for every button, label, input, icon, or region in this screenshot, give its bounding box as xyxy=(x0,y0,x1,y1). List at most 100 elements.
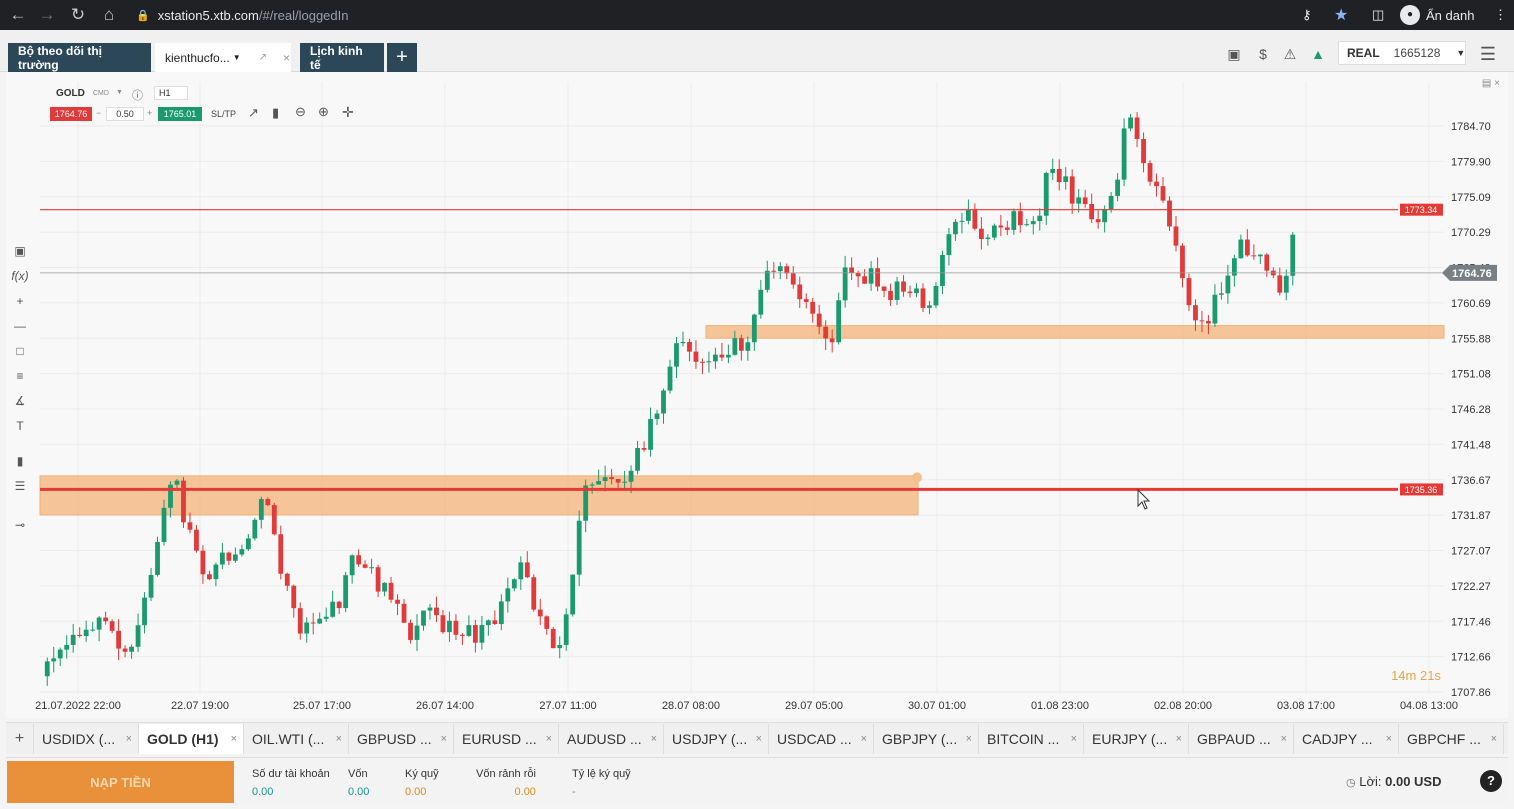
candle-body xyxy=(479,625,485,643)
incognito-profile[interactable]: ● Ẩn danh xyxy=(1400,0,1474,30)
line-tool-icon[interactable]: — xyxy=(6,313,34,338)
trend-tool-icon[interactable]: ∡ xyxy=(6,388,34,413)
close-icon[interactable]: × xyxy=(1386,733,1392,745)
zoom-out-icon[interactable]: ⊖ xyxy=(295,104,306,120)
bar-countdown: 14m 21s xyxy=(1391,668,1441,683)
instrument-tab[interactable]: GBPJPY (... × xyxy=(874,723,979,754)
crosshair-tool-icon[interactable]: + xyxy=(6,288,34,313)
chart-window-controls[interactable]: ▤ × xyxy=(1482,78,1500,89)
caret-down-icon[interactable]: ▼ xyxy=(233,53,241,62)
volume-input[interactable]: 0.50 xyxy=(106,107,144,121)
star-icon[interactable]: ★ xyxy=(1334,0,1348,30)
tab-market-watch[interactable]: Bộ theo dõi thị trường xyxy=(8,43,151,72)
instrument-tab[interactable]: GBPAUD ... × xyxy=(1189,723,1294,754)
indicator-icon[interactable]: f(x) xyxy=(6,263,34,288)
line-chart-icon[interactable]: ↗ xyxy=(248,105,259,121)
tab-kienthucforex[interactable]: kienthucfo... ▼ ↗ × xyxy=(155,43,291,72)
chart-type-icon[interactable]: ▣ xyxy=(6,238,34,263)
key-icon[interactable]: ⚷ xyxy=(1302,0,1312,30)
close-icon[interactable]: × xyxy=(1071,733,1077,745)
sidepanel-icon[interactable]: ◫ xyxy=(1372,0,1384,30)
candle-body xyxy=(615,479,621,483)
candle-body xyxy=(622,481,627,483)
candle-body xyxy=(1167,200,1172,227)
candles-icon[interactable]: ▮ xyxy=(272,105,279,121)
candlestick-chart[interactable]: 1773.34 1735.36 1784.70 1779.90 1775.09 1770.… xyxy=(6,72,1508,718)
zoom-in-icon[interactable]: ⊕ xyxy=(318,104,329,120)
signal-icon: ▲ xyxy=(1311,46,1325,62)
reload-icon[interactable]: ↻ xyxy=(64,1,92,29)
instrument-tab-label: GBPAUD ... xyxy=(1197,730,1271,747)
info-icon[interactable]: ⓘ xyxy=(132,87,143,103)
add-instrument-button[interactable]: + xyxy=(6,723,34,754)
candle-body xyxy=(1128,117,1133,129)
candle-body xyxy=(1212,294,1218,324)
instrument-tab-label: EURUSD ... xyxy=(462,730,537,747)
instrument-tab[interactable]: AUDUSD ... × xyxy=(559,723,664,754)
instrument-tab[interactable]: GBPCHF ... × xyxy=(1399,723,1504,754)
deposit-button[interactable]: NẠP TIỀN xyxy=(7,761,234,803)
layout-icon[interactable]: ▣ xyxy=(1223,44,1245,64)
instrument-tab[interactable]: BITCOIN ... × xyxy=(979,723,1084,754)
address-bar[interactable]: 🔒 xstation5.xtb.com/#/real/loggedIn xyxy=(136,3,1316,27)
share-icon[interactable]: ⊸ xyxy=(6,512,34,537)
close-icon[interactable]: × xyxy=(1281,733,1287,745)
back-icon[interactable]: ← xyxy=(4,1,32,29)
volume-increase-button[interactable]: + xyxy=(147,108,152,118)
close-icon[interactable]: × xyxy=(126,733,132,745)
caret-down-icon[interactable]: ▼ xyxy=(116,89,123,96)
fibonacci-tool-icon[interactable]: ≡ xyxy=(6,363,34,388)
popout-icon[interactable]: ↗ xyxy=(259,52,267,63)
instrument-tab[interactable]: EURUSD ... × xyxy=(454,723,559,754)
close-icon[interactable]: × xyxy=(231,733,237,745)
candle-body xyxy=(998,225,1004,228)
close-icon[interactable]: × xyxy=(966,733,972,745)
close-icon[interactable]: × xyxy=(441,733,447,745)
instrument-tab[interactable]: CADJPY ... × xyxy=(1294,723,1399,754)
close-icon[interactable]: × xyxy=(1176,733,1182,745)
text-tool-icon[interactable]: T xyxy=(6,413,34,438)
instrument-tab[interactable]: EURJPY (... × xyxy=(1084,723,1189,754)
instrument-tab[interactable]: GBPUSD ... × xyxy=(349,723,454,754)
account-selector[interactable]: REAL 1665128 ▼ xyxy=(1338,41,1466,65)
hamburger-menu-icon[interactable]: ☰ xyxy=(1477,44,1499,64)
instrument-tab[interactable]: USDJPY (... × xyxy=(664,723,769,754)
forward-icon[interactable]: → xyxy=(33,1,61,29)
close-icon[interactable]: × xyxy=(861,733,867,745)
close-icon[interactable]: × xyxy=(336,733,342,745)
close-icon[interactable]: × xyxy=(651,733,657,745)
timeframe-selector[interactable]: H1 xyxy=(154,86,188,100)
candle-settings-icon[interactable]: ▮ xyxy=(6,448,34,473)
crosshair-icon[interactable]: ✛ xyxy=(342,104,354,121)
support-zone xyxy=(705,325,1445,339)
close-icon[interactable]: × xyxy=(1491,733,1497,745)
home-icon[interactable]: ⌂ xyxy=(95,1,123,29)
candle-body xyxy=(116,630,122,649)
y-axis-tick: 1775.09 xyxy=(1451,192,1491,204)
instrument-tab[interactable]: USDIDX (... × xyxy=(34,723,139,754)
candle-body xyxy=(823,326,829,339)
browser-menu-icon[interactable]: ⋮ xyxy=(1494,0,1507,30)
layers-icon[interactable]: ☰ xyxy=(6,473,34,498)
instrument-tab[interactable]: OIL.WTI (... × xyxy=(244,723,349,754)
symbol-name: GOLD xyxy=(56,88,85,99)
bell-icon[interactable]: ⚠ xyxy=(1279,44,1301,64)
buy-price-button[interactable]: 1765.01 xyxy=(158,107,202,121)
instrument-tab[interactable]: USDCAD ... × xyxy=(769,723,874,754)
candle-body xyxy=(505,588,511,602)
rectangle-tool-icon[interactable]: □ xyxy=(6,338,34,363)
volume-decrease-button[interactable]: − xyxy=(96,108,101,118)
chart-area[interactable]: 1773.34 1735.36 1784.70 1779.90 1775.09 1770.… xyxy=(6,72,1508,718)
add-tab-button[interactable]: + xyxy=(387,43,417,72)
instrument-tab[interactable]: GOLD (H1) × xyxy=(139,723,244,754)
close-icon[interactable]: × xyxy=(756,733,762,745)
help-button[interactable]: ? xyxy=(1480,770,1502,792)
candle-body xyxy=(1082,197,1088,205)
currency-icon[interactable]: $ xyxy=(1252,44,1274,64)
sell-price-button[interactable]: 1764.76 xyxy=(50,107,92,121)
sltp-button[interactable]: SL/TP xyxy=(211,109,236,119)
close-icon[interactable]: × xyxy=(283,51,290,65)
tab-economic-calendar[interactable]: Lịch kinh tế xyxy=(300,43,384,72)
close-icon[interactable]: × xyxy=(546,733,552,745)
stat-margin-level: Tỷ lệ ký quỹ - xyxy=(572,768,631,798)
